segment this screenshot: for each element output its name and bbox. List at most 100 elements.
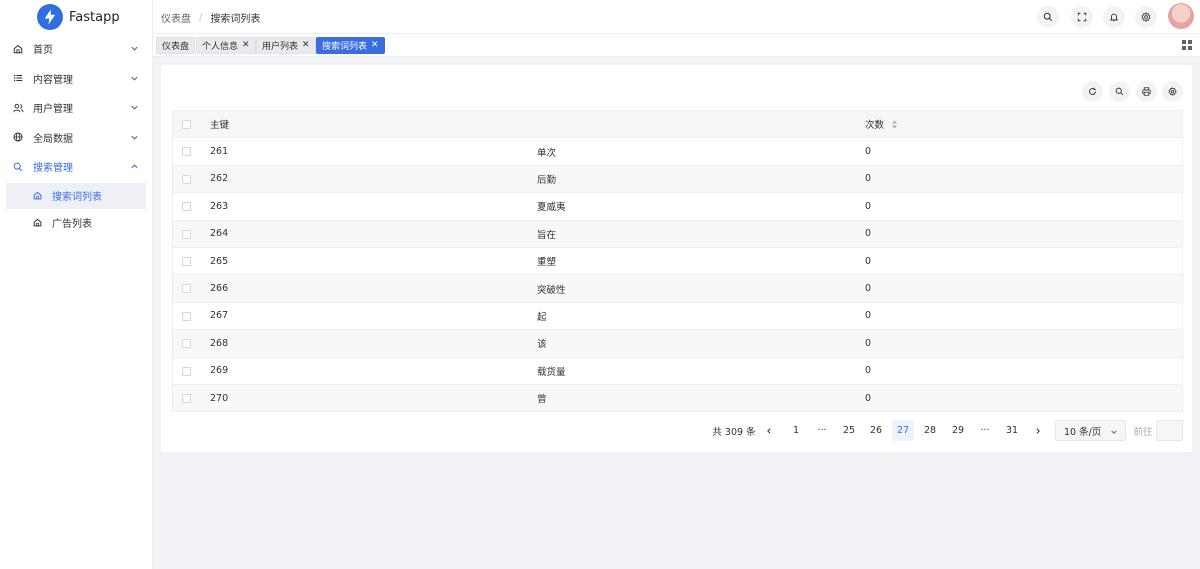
row-checkbox[interactable] — [182, 393, 191, 403]
prev-page-button[interactable] — [758, 420, 780, 441]
row-checkbox[interactable] — [182, 339, 191, 349]
table-row[interactable]: 266 突破性 0 — [173, 275, 1182, 303]
cell-id: 261 — [210, 146, 229, 158]
grid-icon[interactable] — [1182, 40, 1192, 50]
goto-page-input[interactable] — [1156, 420, 1183, 441]
cell-keyword: 起 — [537, 311, 547, 323]
cell-id: 269 — [210, 365, 229, 377]
next-page-button[interactable] — [1027, 420, 1049, 441]
table-row[interactable]: 270 曾 0 — [173, 384, 1182, 413]
sidebar-item-global-data[interactable]: 全局数据 — [0, 123, 152, 153]
close-icon[interactable]: ✕ — [242, 41, 250, 50]
sidebar-item-content[interactable]: 内容管理 — [0, 64, 152, 94]
row-checkbox[interactable] — [182, 366, 191, 376]
breadcrumb-separator: / — [199, 12, 203, 23]
table-row[interactable]: 265 重塑 0 — [173, 248, 1182, 276]
home-icon — [32, 217, 43, 228]
sidebar-item-home[interactable]: 首页 — [0, 34, 152, 64]
column-settings-button[interactable] — [1162, 81, 1183, 102]
print-button[interactable] — [1136, 81, 1157, 102]
tab-dashboard[interactable]: 仪表盘 — [156, 37, 196, 54]
sidebar-item-label: 首页 — [33, 45, 53, 57]
cell-keyword: 突破性 — [537, 284, 566, 296]
tab-profile[interactable]: 个人信息 ✕ — [196, 37, 256, 54]
sidebar-subitem-label: 搜索词列表 — [52, 192, 102, 203]
logo[interactable]: Fastapp — [0, 0, 152, 34]
table-row[interactable]: 262 后勤 0 — [173, 165, 1182, 194]
tab-user-list[interactable]: 用户列表 ✕ — [256, 37, 316, 54]
select-all-checkbox[interactable] — [182, 120, 191, 129]
page-button[interactable]: 31 — [1001, 420, 1023, 441]
table-search-button[interactable] — [1109, 81, 1130, 102]
tab-search-terms[interactable]: 搜索词列表 ✕ — [316, 37, 385, 54]
table-row[interactable]: 269 载货量 0 — [173, 358, 1182, 385]
page-button-current[interactable]: 27 — [892, 420, 914, 441]
sidebar-item-search-management[interactable]: 搜索管理 — [0, 152, 152, 182]
cell-id: 265 — [210, 255, 229, 267]
cell-keyword: 夏威夷 — [537, 202, 566, 214]
cell-id: 266 — [210, 283, 229, 295]
page-button[interactable]: 28 — [919, 420, 941, 441]
search-terms-table: 主键 次数 261 单次 0 262 后勤 0 263 夏威夷 0 264 旨在… — [172, 110, 1183, 413]
cell-id: 262 — [210, 173, 229, 185]
cell-id: 264 — [210, 228, 229, 240]
row-checkbox[interactable] — [182, 229, 191, 239]
search-icon — [1115, 87, 1124, 96]
main-content: 主键 次数 261 单次 0 262 后勤 0 263 夏威夷 0 264 旨在… — [153, 57, 1200, 569]
avatar[interactable] — [1168, 3, 1194, 29]
cell-count: 0 — [865, 228, 872, 240]
top-header: 仪表盘 / 搜索词列表 — [153, 0, 1200, 34]
sidebar-item-users[interactable]: 用户管理 — [0, 93, 152, 123]
list-icon — [12, 72, 24, 84]
column-header-id: 主键 — [210, 120, 230, 132]
page-button[interactable]: 1 — [785, 420, 807, 441]
sidebar-item-label: 用户管理 — [33, 104, 73, 116]
row-checkbox[interactable] — [182, 174, 191, 184]
cell-count: 0 — [865, 255, 872, 267]
sidebar-subitem-search-terms[interactable]: 搜索词列表 — [6, 182, 146, 209]
fullscreen-button[interactable] — [1071, 6, 1093, 28]
notifications-button[interactable] — [1103, 6, 1125, 28]
cell-count: 0 — [865, 337, 872, 349]
page-size-select[interactable]: 10 条/页 — [1055, 420, 1126, 441]
cell-id: 267 — [210, 310, 229, 322]
page-button[interactable]: 29 — [947, 420, 969, 441]
chevron-up-icon — [131, 164, 138, 169]
row-checkbox[interactable] — [182, 202, 191, 212]
column-header-count[interactable]: 次数 — [865, 117, 884, 131]
chevron-down-icon — [131, 135, 138, 140]
page-button[interactable]: 26 — [865, 420, 887, 441]
row-checkbox[interactable] — [182, 256, 191, 266]
table-row[interactable]: 267 起 0 — [173, 303, 1182, 331]
header-search-button[interactable] — [1037, 6, 1059, 28]
sidebar-subitem-ads[interactable]: 广告列表 — [6, 210, 146, 236]
pagination: 共 309 条 1 ··· 25 26 27 28 29 ··· 31 10 条… — [161, 420, 1192, 441]
cell-count: 0 — [865, 173, 872, 185]
tab-label: 用户列表 — [262, 42, 299, 52]
bell-icon — [1109, 13, 1119, 22]
cell-count: 0 — [865, 146, 872, 158]
globe-icon — [12, 131, 24, 143]
breadcrumb-item-dashboard[interactable]: 仪表盘 — [161, 10, 191, 25]
cell-count: 0 — [865, 283, 872, 295]
refresh-button[interactable] — [1082, 81, 1103, 102]
table-row[interactable]: 261 单次 0 — [173, 138, 1182, 166]
row-checkbox[interactable] — [182, 311, 191, 321]
row-checkbox[interactable] — [182, 284, 191, 294]
sort-icon[interactable] — [891, 119, 898, 130]
table-row[interactable]: 268 该 0 — [173, 330, 1182, 358]
tab-label: 搜索词列表 — [322, 42, 368, 52]
page-ellipsis[interactable]: ··· — [811, 420, 833, 441]
settings-button[interactable] — [1135, 6, 1157, 28]
close-icon[interactable]: ✕ — [302, 41, 310, 50]
page-ellipsis[interactable]: ··· — [974, 420, 996, 441]
close-icon[interactable]: ✕ — [371, 41, 379, 50]
row-checkbox[interactable] — [182, 147, 191, 157]
breadcrumb-item-current: 搜索词列表 — [210, 14, 261, 25]
cell-keyword: 后勤 — [537, 174, 557, 186]
table-row[interactable]: 264 旨在 0 — [173, 220, 1182, 248]
page-button[interactable]: 25 — [838, 420, 860, 441]
table-row[interactable]: 263 夏威夷 0 — [173, 193, 1182, 221]
table-header-row: 主键 次数 — [173, 111, 1182, 139]
fullscreen-icon — [1077, 12, 1087, 22]
